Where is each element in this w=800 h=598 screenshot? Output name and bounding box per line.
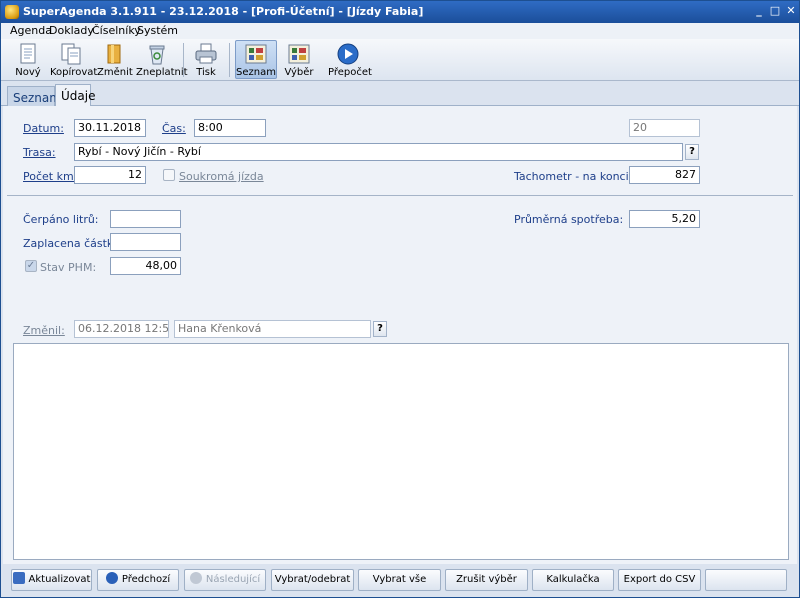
select-all-button[interactable]: Vybrat vše [358, 569, 441, 591]
refresh-button-label: Aktualizovat [28, 574, 91, 585]
zaplacena-field[interactable] [110, 233, 181, 251]
zaplacena-label: Zaplacena částka: [23, 237, 124, 250]
recycle-bin-icon [149, 45, 165, 65]
stav-phm-label: Stav PHM: [40, 261, 97, 274]
export-csv-button[interactable]: Export do CSV [618, 569, 701, 591]
copy-button-label: Kopírovat [50, 67, 98, 78]
maximize-icon[interactable]: □ [767, 4, 783, 18]
copy-icon [61, 43, 81, 65]
bottom-button-bar: Aktualizovat Předchozí Následující Vybra… [1, 565, 799, 597]
empty-button[interactable] [705, 569, 787, 591]
trasa-field[interactable]: Rybí - Nový Jičín - Rybí [74, 143, 683, 161]
trasa-label: Trasa: [23, 146, 56, 159]
record-number-field: 20 [629, 119, 700, 137]
previous-button[interactable]: Předchozí [97, 569, 179, 591]
app-window: SuperAgenda 3.1.911 - 23.12.2018 - [Prof… [0, 0, 800, 598]
zmenil-user-field: Hana Křenková [174, 320, 371, 338]
previous-button-label: Předchozí [121, 574, 171, 585]
new-button[interactable]: Nový [9, 40, 47, 79]
tab-seznam[interactable]: Seznam [7, 86, 61, 106]
stav-phm-checkbox[interactable]: ✓ [25, 260, 37, 272]
recalculate-button-label: Přepočet [328, 67, 372, 78]
list-button-label: Seznam [236, 67, 276, 78]
trasa-lookup-button[interactable]: ? [685, 144, 699, 160]
invalidate-button[interactable]: Zneplatnit [135, 40, 188, 79]
edit-button-label: Změnit [97, 67, 133, 78]
zmenil-label: Změnil: [23, 324, 65, 337]
calculator-button[interactable]: Kalkulačka [532, 569, 614, 591]
print-button-label: Tisk [196, 67, 216, 78]
selection-button-label: Výběr [284, 67, 314, 78]
menu-agenda[interactable]: Agenda [10, 24, 52, 37]
close-icon[interactable]: ✕ [783, 4, 799, 18]
zmenil-lookup-button[interactable]: ? [373, 321, 387, 337]
stav-phm-field[interactable]: 48,00 [110, 257, 181, 275]
app-icon [5, 5, 19, 19]
zmenil-date-field: 06.12.2018 12:52 [74, 320, 169, 338]
detail-panel: Datum: 30.11.2018 Čas: 8:00 20 Trasa: Ry… [3, 106, 797, 564]
separator [7, 195, 793, 196]
list-icon [245, 44, 267, 64]
datum-label: Datum: [23, 122, 64, 135]
toolbar-separator [229, 43, 230, 77]
arrow-up-icon [105, 572, 118, 584]
cas-label: Čas: [162, 122, 186, 135]
edit-button[interactable]: Změnit [96, 40, 133, 79]
toolbar: Nový Kopírovat Změnit Zneplatnit Tisk Se… [1, 39, 799, 81]
clear-selection-button[interactable]: Zrušit výběr [445, 569, 528, 591]
tab-udaje[interactable]: Údaje [55, 84, 95, 107]
new-document-icon [20, 43, 36, 64]
window-title: SuperAgenda 3.1.911 - 23.12.2018 - [Prof… [23, 5, 424, 18]
toggle-select-button[interactable]: Vybrat/odebrat [271, 569, 354, 591]
list-button[interactable]: Seznam [235, 40, 277, 79]
next-button-label: Následující [205, 574, 261, 585]
arrow-down-icon [189, 572, 202, 584]
soukroma-label: Soukromá jízda [179, 170, 264, 183]
prumerna-field: 5,20 [629, 210, 700, 228]
notes-textarea[interactable] [13, 343, 789, 560]
recalculate-button[interactable]: Přepočet [327, 40, 372, 79]
invalidate-button-label: Zneplatnit [136, 67, 188, 78]
edit-icon [107, 44, 121, 64]
tachometr-label: Tachometr - na konci: [514, 170, 633, 183]
new-button-label: Nový [15, 67, 41, 78]
printer-icon [195, 43, 217, 64]
recalculate-icon [337, 43, 359, 65]
selection-button[interactable]: Výběr [279, 40, 319, 79]
datum-field[interactable]: 30.11.2018 [74, 119, 146, 137]
print-button[interactable]: Tisk [187, 40, 225, 79]
cerpano-label: Čerpáno litrů: [23, 213, 99, 226]
title-bar: SuperAgenda 3.1.911 - 23.12.2018 - [Prof… [1, 1, 799, 23]
cas-field[interactable]: 8:00 [194, 119, 266, 137]
refresh-button[interactable]: Aktualizovat [11, 569, 92, 591]
tab-bar: Seznam Údaje [1, 81, 799, 107]
soukroma-checkbox[interactable] [163, 169, 175, 181]
menu-bar: Agenda Doklady Číselníky Systém [1, 23, 799, 39]
pocet-km-label: Počet km: [23, 170, 78, 183]
menu-doklady[interactable]: Doklady [49, 24, 94, 37]
pocet-km-field[interactable]: 12 [74, 166, 146, 184]
next-button[interactable]: Následující [184, 569, 266, 591]
refresh-icon [12, 572, 25, 584]
menu-system[interactable]: Systém [137, 24, 178, 37]
menu-ciselniky[interactable]: Číselníky [92, 24, 141, 37]
toolbar-separator [183, 43, 184, 77]
minimize-icon[interactable]: _ [751, 4, 767, 18]
tachometr-field[interactable]: 827 [629, 166, 700, 184]
prumerna-label: Průměrná spotřeba: [514, 213, 624, 226]
cerpano-field[interactable] [110, 210, 181, 228]
copy-button[interactable]: Kopírovat [49, 40, 98, 79]
filter-icon [288, 44, 310, 64]
